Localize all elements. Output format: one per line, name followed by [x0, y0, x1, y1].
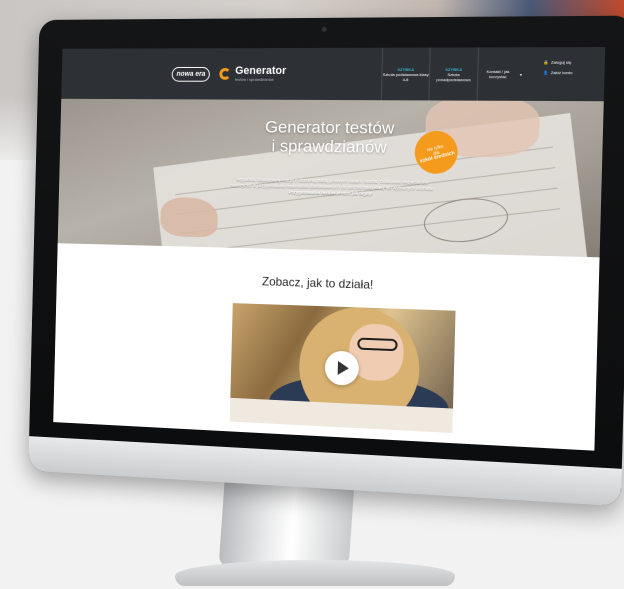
hero-description: Wygodna, intuicyjna aplikacja z obszerną… [228, 177, 437, 199]
monitor-stand-base [175, 560, 455, 586]
hero-hand-image [160, 197, 218, 237]
nav-dropdown-contact[interactable]: Kontakt / jak korzystać ▾ [477, 47, 523, 101]
nav-label: Szkoła podstawowa klasy 4-8 [382, 71, 429, 81]
login-link[interactable]: 🔒 Zaloguj się [543, 58, 573, 68]
video-section-title: Zobacz, jak to działa! [57, 268, 599, 299]
main-nav: SZYBKA Szkoła podstawowa klasy 4-8 SZYBK… [381, 47, 523, 101]
account-links: 🔒 Zaloguj się 👤 Załóż konto [543, 58, 573, 79]
generator-logo-icon [220, 68, 232, 80]
hero-banner: Generator testów i sprawdzianów Wygodna,… [58, 99, 604, 258]
register-label: Załóż konto [551, 68, 573, 78]
register-link[interactable]: 👤 Załóż konto [543, 68, 573, 78]
nowa-era-logo[interactable]: nowa era [172, 66, 211, 81]
website-screen: nowa era Generator testów i sprawdzianów… [53, 47, 605, 451]
app-subtitle: testów i sprawdzianów [235, 77, 286, 82]
nav-label: Szkoła ponadpodstawowa [430, 71, 477, 81]
hero-description-emphasis: Przygotowanie testów prosto jak nigdy! [289, 189, 373, 196]
hero-title: Generator testów i sprawdzianów [260, 118, 400, 157]
user-plus-icon: 👤 [543, 68, 549, 78]
generator-logo[interactable]: Generator testów i sprawdzianów [220, 66, 287, 82]
monitor: nowa era Generator testów i sprawdzianów… [28, 16, 624, 507]
app-name: Generator [235, 66, 286, 77]
play-icon [338, 361, 349, 376]
nav-item-secondary-school[interactable]: SZYBKA Szkoła ponadpodstawowa [428, 47, 478, 100]
chevron-down-icon: ▾ [520, 72, 522, 77]
login-label: Zaloguj się [551, 58, 572, 68]
hero-title-line: Generator testów [260, 118, 399, 138]
video-player[interactable] [230, 303, 456, 433]
hero-description-text: Wygodna, intuicyjna aplikacja z obszerną… [230, 177, 433, 191]
hero-title-line: i sprawdzianów [260, 136, 399, 157]
video-thumbnail-glasses [357, 338, 397, 352]
camera-icon [322, 27, 327, 32]
nav-dropdown-label: Kontakt / jak korzystać [478, 69, 518, 79]
nav-item-primary-school[interactable]: SZYBKA Szkoła podstawowa klasy 4-8 [381, 48, 430, 101]
site-header: nowa era Generator testów i sprawdzianów… [61, 47, 605, 101]
lock-icon: 🔒 [543, 58, 549, 68]
